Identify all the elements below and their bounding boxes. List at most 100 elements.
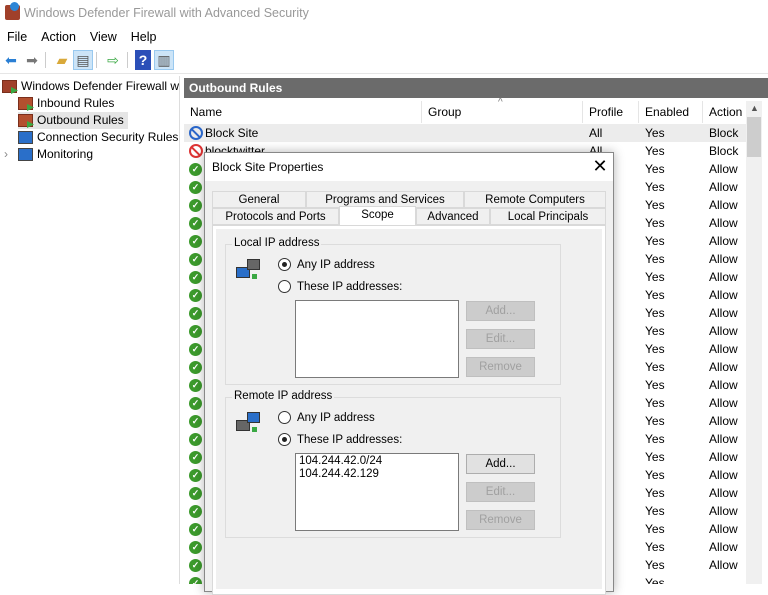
- outbound-rules-icon: [18, 114, 33, 127]
- radio-selected: [278, 433, 291, 446]
- rule-enabled: Yes: [645, 466, 665, 484]
- tree-item-label: Outbound Rules: [37, 112, 124, 129]
- radio-label: These IP addresses:: [297, 281, 402, 293]
- tree-item-connection-security-rules[interactable]: Connection Security Rules: [18, 129, 178, 146]
- window-title: Windows Defender Firewall with Advanced …: [24, 6, 309, 20]
- remote-ip-label: Remote IP address: [232, 390, 334, 402]
- rule-action: Allow: [709, 376, 738, 394]
- column-enabled[interactable]: Enabled: [639, 101, 703, 123]
- rule-action: Allow: [709, 538, 738, 556]
- rule-enabled: Yes: [645, 214, 665, 232]
- rule-action: Allow: [709, 520, 738, 538]
- local-computer-network-icon: [236, 259, 262, 285]
- list-item[interactable]: 104.244.42.129: [299, 468, 455, 481]
- allow-rule-icon: ✓: [189, 415, 202, 428]
- dialog-title: Block Site Properties: [212, 160, 323, 174]
- tab-protocols-and-ports[interactable]: Protocols and Ports: [212, 208, 339, 225]
- column-profile[interactable]: Profile: [583, 101, 639, 123]
- allow-rule-icon: ✓: [189, 361, 202, 374]
- vertical-scrollbar[interactable]: ▲: [746, 101, 762, 584]
- forward-arrow-icon[interactable]: ➡: [22, 50, 42, 70]
- remote-these-ip-radio[interactable]: These IP addresses:: [278, 433, 402, 446]
- remote-computer-network-icon: [236, 412, 262, 438]
- rule-enabled: Yes: [645, 394, 665, 412]
- rule-enabled: Yes: [645, 178, 665, 196]
- allow-rule-icon: ✓: [189, 505, 202, 518]
- close-button[interactable]: ✕: [589, 155, 611, 177]
- remote-ip-list[interactable]: 104.244.42.0/24 104.244.42.129: [295, 453, 459, 531]
- help-icon[interactable]: ?: [135, 50, 151, 70]
- rule-action: Allow: [709, 412, 738, 430]
- rule-enabled: Yes: [645, 142, 665, 160]
- rule-enabled: Yes: [645, 160, 665, 178]
- menu-view[interactable]: View: [83, 28, 124, 46]
- rule-action: Allow: [709, 268, 738, 286]
- scrollbar-thumb[interactable]: [747, 117, 761, 157]
- table-row[interactable]: Block SiteAllYesBlock: [184, 124, 746, 142]
- tree-item-outbound-rules[interactable]: Outbound Rules: [18, 112, 128, 129]
- list-item[interactable]: 104.244.42.0/24: [299, 455, 455, 468]
- pane-title: Outbound Rules: [184, 78, 768, 98]
- rule-action: Allow: [709, 178, 738, 196]
- remote-add-button[interactable]: Add...: [466, 454, 535, 474]
- menu-help[interactable]: Help: [124, 28, 164, 46]
- rule-enabled: Yes: [645, 358, 665, 376]
- tab-local-principals[interactable]: Local Principals: [490, 208, 606, 225]
- show-hide-tree-icon[interactable]: ▤: [73, 50, 93, 70]
- allow-rule-icon: ✓: [189, 451, 202, 464]
- rule-action: Allow: [709, 250, 738, 268]
- rule-enabled: Yes: [645, 556, 665, 574]
- tab-general[interactable]: General: [212, 191, 306, 208]
- sort-ascending-icon: ^: [498, 97, 503, 108]
- local-remove-button[interactable]: Remove: [466, 357, 535, 377]
- local-ip-list[interactable]: [295, 300, 459, 378]
- tree-item-label: Inbound Rules: [37, 95, 114, 112]
- radio-label: These IP addresses:: [297, 434, 402, 446]
- block-rule-icon: [189, 126, 203, 140]
- tab-scope[interactable]: Scope: [339, 206, 416, 225]
- rule-profile: All: [589, 124, 602, 142]
- allow-rule-icon: ✓: [189, 433, 202, 446]
- show-hide-action-pane-icon[interactable]: ▥: [154, 50, 174, 70]
- menu-action[interactable]: Action: [34, 28, 83, 46]
- local-these-ip-radio[interactable]: These IP addresses:: [278, 280, 402, 293]
- expand-chevron-icon[interactable]: ›: [4, 146, 14, 163]
- scroll-up-icon[interactable]: ▲: [750, 103, 759, 113]
- rule-action: Allow: [709, 358, 738, 376]
- tab-advanced[interactable]: Advanced: [416, 208, 490, 225]
- remote-remove-button[interactable]: Remove: [466, 510, 535, 530]
- local-ip-label: Local IP address: [232, 237, 321, 249]
- tab-remote-computers[interactable]: Remote Computers: [464, 191, 606, 208]
- menu-file[interactable]: File: [0, 28, 34, 46]
- remote-edit-button[interactable]: Edit...: [466, 482, 535, 502]
- column-name[interactable]: Name: [184, 101, 422, 123]
- rule-action: Allow: [709, 196, 738, 214]
- allow-rule-icon: ✓: [189, 235, 202, 248]
- local-add-button[interactable]: Add...: [466, 301, 535, 321]
- rule-enabled: Yes: [645, 286, 665, 304]
- tree-item-label: Connection Security Rules: [37, 129, 178, 146]
- rule-enabled: Yes: [645, 340, 665, 358]
- local-any-ip-radio[interactable]: Any IP address: [278, 258, 375, 271]
- allow-rule-icon: ✓: [189, 523, 202, 536]
- remote-any-ip-radio[interactable]: Any IP address: [278, 411, 375, 424]
- export-list-icon[interactable]: ⇨: [103, 50, 123, 70]
- rule-action: Allow: [709, 484, 738, 502]
- rule-action: Allow: [709, 160, 738, 178]
- rule-enabled: Yes: [645, 538, 665, 556]
- allow-rule-icon: ✓: [189, 325, 202, 338]
- rule-enabled: Yes: [645, 322, 665, 340]
- local-edit-button[interactable]: Edit...: [466, 329, 535, 349]
- properties-dialog: Block Site Properties ✕ General Programs…: [204, 152, 614, 592]
- rule-action: Allow: [709, 322, 738, 340]
- up-folder-icon[interactable]: ▰: [52, 50, 72, 70]
- tree-item-inbound-rules[interactable]: Inbound Rules: [18, 95, 114, 112]
- tree-item-monitoring[interactable]: ›Monitoring: [4, 146, 93, 163]
- column-action[interactable]: Action: [703, 101, 748, 123]
- firewall-icon: [2, 80, 17, 93]
- back-arrow-icon[interactable]: ⬅: [1, 50, 21, 70]
- allow-rule-icon: ✓: [189, 163, 202, 176]
- rule-action: Allow: [709, 232, 738, 250]
- rule-action: Allow: [709, 304, 738, 322]
- tree-root[interactable]: Windows Defender Firewall with Advanced …: [2, 78, 180, 95]
